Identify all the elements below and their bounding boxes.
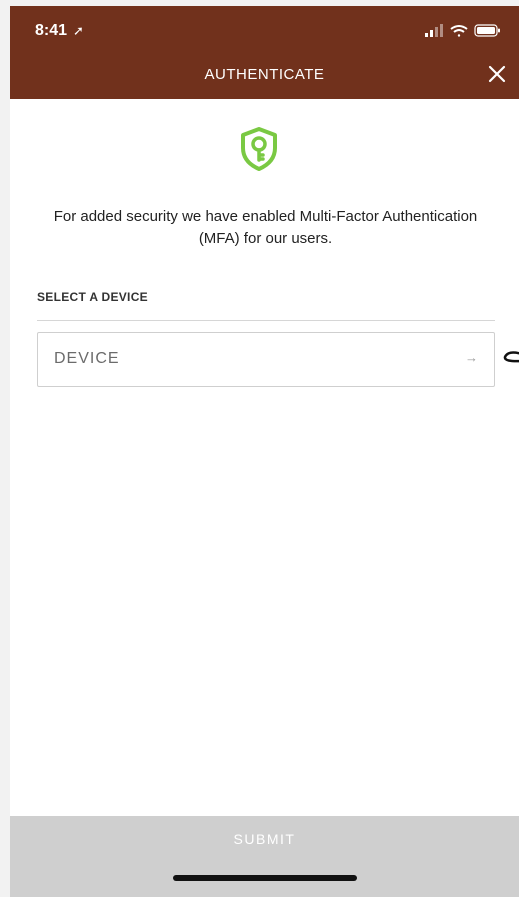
divider bbox=[37, 320, 495, 321]
signal-icon bbox=[425, 24, 443, 37]
battery-icon bbox=[474, 24, 500, 37]
arrow-right-icon: → bbox=[465, 350, 478, 365]
status-time-text: 8:41 bbox=[35, 22, 68, 39]
device-select-label: DEVICE bbox=[54, 350, 120, 367]
app-screen: 8:41 ➚ AUTHENTICATE For added security w… bbox=[10, 6, 519, 897]
page-title: AUTHENTICATE bbox=[204, 66, 325, 83]
submit-button[interactable]: SUBMIT bbox=[10, 816, 519, 861]
close-button[interactable] bbox=[487, 64, 507, 84]
section-label: SELECT A DEVICE bbox=[37, 290, 148, 304]
close-icon bbox=[488, 65, 506, 83]
location-arrow-icon: ➚ bbox=[73, 23, 84, 38]
wifi-icon bbox=[450, 25, 468, 37]
header-bar: 8:41 ➚ AUTHENTICATE bbox=[10, 6, 519, 99]
home-indicator[interactable] bbox=[173, 875, 357, 881]
device-select[interactable]: DEVICE → bbox=[37, 332, 495, 387]
scribble-mark-icon bbox=[503, 351, 519, 363]
shield-key-icon bbox=[238, 126, 280, 172]
submit-bar: SUBMIT bbox=[10, 816, 519, 897]
status-bar-time: 8:41 ➚ bbox=[35, 22, 84, 40]
status-indicators-icon bbox=[425, 24, 500, 37]
status-icons bbox=[425, 24, 501, 38]
intro-text: For added security we have enabled Multi… bbox=[53, 208, 478, 247]
